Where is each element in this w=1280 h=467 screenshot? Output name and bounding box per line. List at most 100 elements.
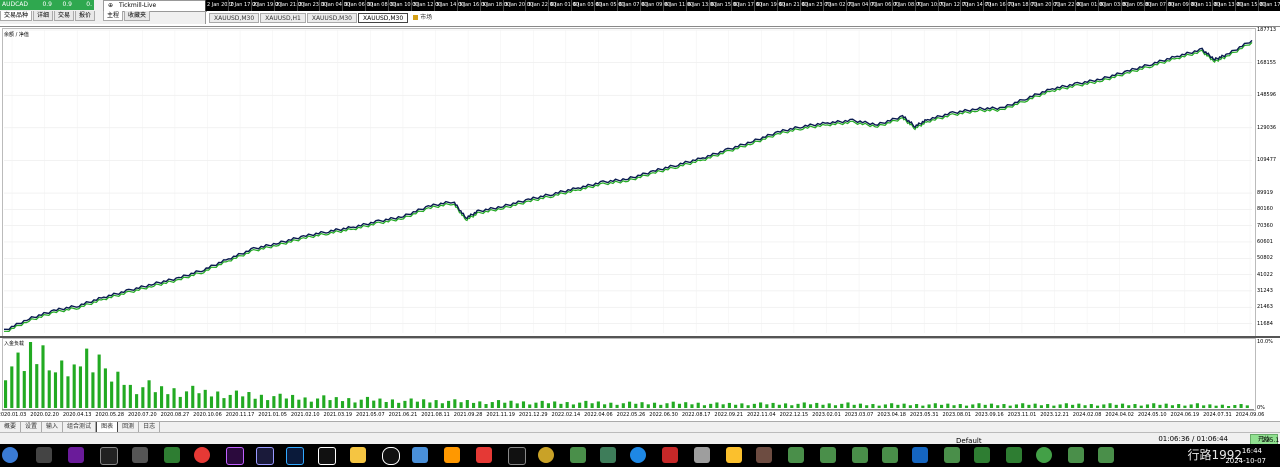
app-icon-14[interactable] xyxy=(694,447,710,463)
app-icon-12[interactable] xyxy=(630,447,646,463)
app-icon-10[interactable] xyxy=(508,447,526,465)
margin-bar xyxy=(921,405,925,408)
margin-bar xyxy=(166,394,170,408)
margin-bar xyxy=(434,400,438,408)
margin-bar xyxy=(397,402,401,408)
x-tick-label: 2021.09.28 xyxy=(453,412,483,418)
mt-icon-9[interactable] xyxy=(1098,447,1114,463)
y-tick-label: 60601 xyxy=(1257,238,1273,245)
margin-bar xyxy=(234,390,238,408)
x-tick-label: 2024.05.10 xyxy=(1137,412,1167,418)
mt-icon-6[interactable] xyxy=(882,447,898,463)
capcut-icon[interactable] xyxy=(318,447,336,465)
margin-bar xyxy=(646,404,650,408)
margin-bar xyxy=(372,400,376,408)
margin-bar xyxy=(890,403,894,408)
audition-icon[interactable] xyxy=(256,447,274,465)
app-icon-13[interactable] xyxy=(662,447,678,463)
margin-bar xyxy=(1220,404,1224,408)
premiere-icon[interactable] xyxy=(226,447,244,465)
folder-icon[interactable] xyxy=(726,447,742,463)
margin-bar xyxy=(578,402,582,408)
margin-bar xyxy=(203,389,207,408)
margin-bar xyxy=(927,404,931,408)
margin-bar xyxy=(4,380,8,408)
x-axis-line xyxy=(2,409,1254,410)
margin-bar xyxy=(971,404,975,408)
x-tick-label: 2020.11.17 xyxy=(225,412,255,418)
y-tick-label: 31243 xyxy=(1257,287,1273,294)
mt-icon-4[interactable] xyxy=(820,447,836,463)
mt-icon-1[interactable] xyxy=(570,447,586,463)
app-icon-7[interactable] xyxy=(412,447,428,463)
margin-bar xyxy=(908,405,912,408)
mt-icon-8[interactable] xyxy=(1068,447,1084,463)
app-icon-3[interactable] xyxy=(100,447,118,465)
y-tick-label: 21463 xyxy=(1257,304,1273,311)
margin-bar xyxy=(347,398,351,408)
y-tick-label: 148596 xyxy=(1257,92,1277,99)
app-icon-17[interactable] xyxy=(1036,447,1052,463)
mt-icon-7[interactable] xyxy=(944,447,960,463)
margin-bar xyxy=(365,396,370,408)
margin-bar xyxy=(790,405,794,408)
mt-icon-3[interactable] xyxy=(788,447,804,463)
margin-bar xyxy=(309,401,313,408)
margin-bar xyxy=(503,402,507,408)
qq-icon[interactable] xyxy=(382,447,400,465)
chrome-icon[interactable] xyxy=(194,447,210,463)
margin-bar xyxy=(833,405,838,408)
app-icon-5[interactable] xyxy=(164,447,180,463)
margin-bar xyxy=(1027,404,1031,408)
iqiyi-icon-2[interactable] xyxy=(1006,447,1022,463)
margin-bar xyxy=(1189,404,1193,408)
margin-bar xyxy=(734,404,738,408)
app-icon-9[interactable] xyxy=(476,447,492,463)
margin-bar xyxy=(652,402,657,408)
iqiyi-icon-1[interactable] xyxy=(974,447,990,463)
x-tick-label: 2024.07.31 xyxy=(1203,412,1232,418)
margin-bar xyxy=(1064,403,1068,408)
margin-bar xyxy=(528,404,532,408)
margin-bar xyxy=(565,402,569,408)
x-tick-label: 2022.06.30 xyxy=(649,412,678,418)
clock-date[interactable]: 2024-10-07 xyxy=(1225,457,1266,465)
x-tick-label: 2021.03.19 xyxy=(323,412,353,418)
margin-bar xyxy=(359,399,363,408)
photoshop-icon[interactable] xyxy=(286,447,304,465)
app-icon-16[interactable] xyxy=(912,447,928,463)
margin-bar xyxy=(603,404,607,408)
windows-start-icon[interactable] xyxy=(2,447,18,463)
margin-bar xyxy=(35,364,39,408)
margin-bar xyxy=(977,403,981,408)
margin-bar xyxy=(1164,403,1168,408)
margin-bar xyxy=(16,352,20,408)
app-icon-4[interactable] xyxy=(132,447,148,463)
mt-icon-2[interactable] xyxy=(600,447,616,463)
app-icon-6[interactable] xyxy=(350,447,366,463)
app-icon-8[interactable] xyxy=(444,447,460,463)
margin-bar xyxy=(465,400,469,408)
margin-bar xyxy=(1071,404,1075,408)
app-icon-1[interactable] xyxy=(36,447,52,463)
margin-bar xyxy=(1033,403,1037,408)
margin-bar xyxy=(871,404,875,408)
margin-bar xyxy=(291,394,295,408)
margin-bar xyxy=(284,398,288,408)
app-icon-11[interactable] xyxy=(538,447,554,463)
margin-bar xyxy=(609,402,613,408)
margin-bar xyxy=(1008,405,1012,408)
margin-bar xyxy=(60,360,64,408)
mt-icon-5[interactable] xyxy=(852,447,868,463)
x-tick-label: 2022.02.14 xyxy=(551,412,581,418)
clock-time[interactable]: 16:44 xyxy=(1242,447,1262,455)
margin-bar xyxy=(184,391,189,408)
app-icon-15[interactable] xyxy=(756,447,772,463)
margin-bar xyxy=(247,392,251,408)
margin-bar xyxy=(1039,405,1043,408)
app-icon-2[interactable] xyxy=(68,447,84,463)
margin-bar xyxy=(958,404,962,408)
margin-bar xyxy=(490,402,494,408)
margin-bar xyxy=(1120,403,1125,408)
margin-bar xyxy=(877,405,881,408)
